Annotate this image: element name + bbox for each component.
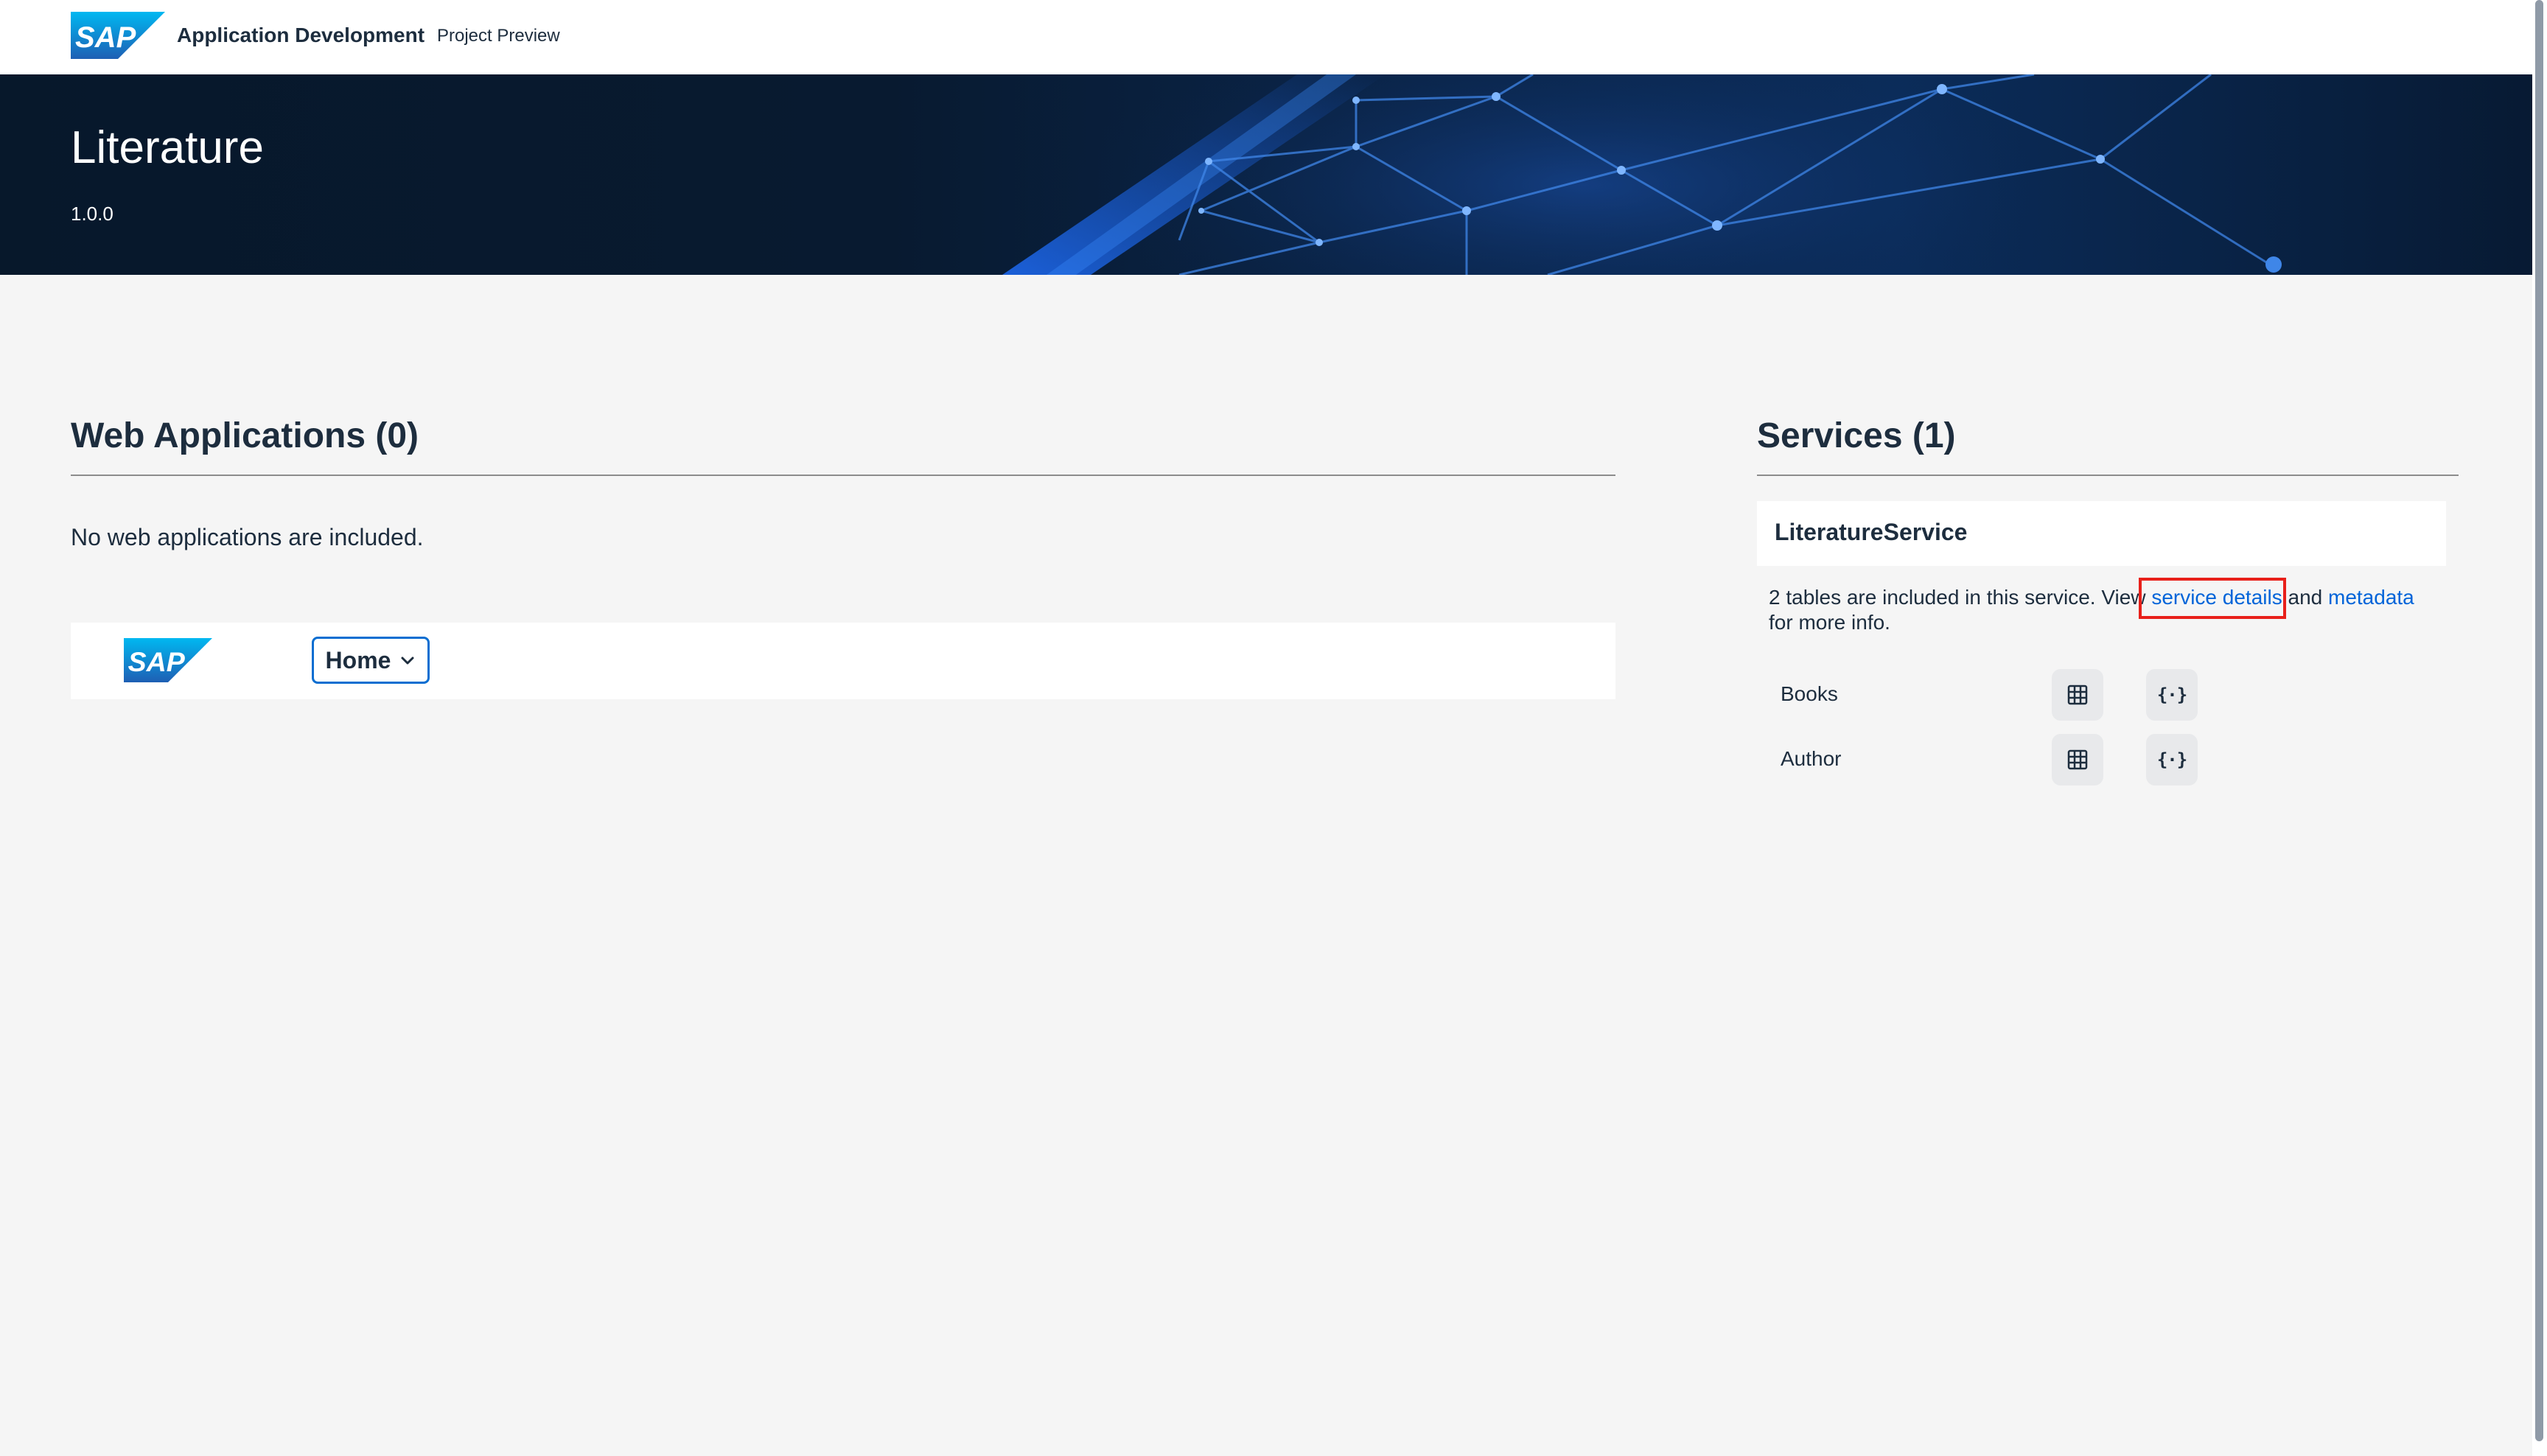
service-description: 2 tables are included in this service. V… [1769,585,2462,635]
app-title: Application Development [177,24,425,46]
app-subtitle: Project Preview [437,26,560,46]
table-icon [2067,749,2088,770]
web-applications-heading: Web Applications (0) [71,416,419,455]
project-title: Literature [71,122,264,173]
entity-name-author: Author [1781,747,1842,770]
service-details-link[interactable]: service details [2151,586,2282,609]
author-table-button[interactable] [2052,734,2103,785]
table-icon [2067,685,2088,705]
shell-bar: SAP Application Development Project Prev… [0,0,2532,74]
service-name: LiteratureService [1775,519,1968,545]
home-menu-button[interactable]: Home [312,637,430,684]
sap-logo-text: SAP [128,646,186,677]
hero-banner: Literature 1.0.0 [0,74,2532,275]
json-braces-icon: {·} [2156,749,2187,770]
service-card-header: LiteratureService [1757,501,2446,566]
service-description-prefix: 2 tables are included in this service. V… [1769,586,2152,609]
sap-logo-text: SAP [75,21,136,54]
sap-logo[interactable]: SAP [71,12,165,59]
books-table-button[interactable] [2052,669,2103,721]
author-json-button[interactable]: {·} [2146,734,2198,785]
service-description-suffix: for more info. [1769,611,1890,634]
service-description-middle: and [2282,586,2328,609]
web-applications-empty-message: No web applications are included. [71,524,424,550]
chevron-down-icon [401,657,414,665]
services-heading: Services (1) [1757,416,1956,455]
json-braces-icon: {·} [2156,685,2187,705]
books-json-button[interactable]: {·} [2146,669,2198,721]
metadata-link[interactable]: metadata [2328,586,2414,609]
web-applications-divider [71,475,1615,476]
entity-name-books: Books [1781,682,1838,705]
vertical-scrollbar[interactable] [2532,0,2547,1456]
project-version: 1.0.0 [71,203,113,225]
scrollbar-thumb[interactable] [2535,0,2543,1441]
services-divider [1757,475,2459,476]
network-mesh-graphic [1002,74,2282,275]
sap-logo[interactable]: SAP [124,638,212,682]
home-menu-label: Home [325,646,391,673]
app-preview-bar: SAP Home [71,623,1615,699]
